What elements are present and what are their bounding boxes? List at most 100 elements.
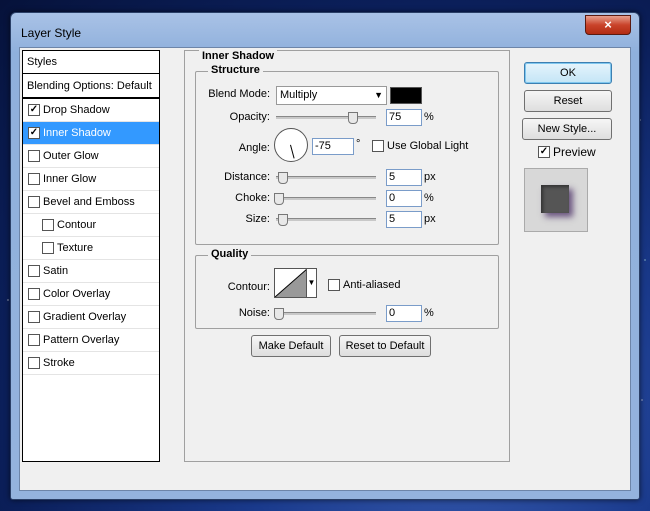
blend-color-swatch[interactable] — [390, 87, 422, 104]
contour-picker[interactable] — [274, 268, 308, 298]
style-item-checkbox[interactable] — [42, 242, 54, 254]
anti-aliased-checkbox[interactable] — [328, 279, 340, 291]
size-input[interactable]: 5 — [386, 211, 422, 228]
noise-slider-track[interactable] — [276, 312, 376, 315]
opacity-label: Opacity: — [229, 111, 270, 123]
style-item-label: Inner Glow — [43, 173, 97, 185]
style-item-outer-glow[interactable]: Outer Glow — [23, 145, 159, 168]
style-item-color-overlay[interactable]: Color Overlay — [23, 283, 159, 306]
structure-title: Structure — [208, 64, 263, 76]
angle-input[interactable]: -75 — [312, 138, 354, 155]
reset-button[interactable]: Reset — [524, 90, 612, 112]
noise-slider-thumb[interactable] — [274, 308, 284, 320]
angle-dial-hand — [290, 144, 295, 159]
opacity-slider-track[interactable] — [276, 116, 376, 119]
choke-unit: % — [424, 192, 434, 204]
style-item-label: Inner Shadow — [43, 127, 111, 139]
style-item-checkbox[interactable] — [28, 334, 40, 346]
close-button[interactable]: × — [585, 15, 631, 35]
angle-dial[interactable] — [274, 128, 308, 162]
style-item-label: Gradient Overlay — [43, 311, 127, 323]
blending-options-item[interactable]: Blending Options: Default — [23, 74, 159, 99]
size-slider-track[interactable] — [276, 218, 376, 221]
choke-slider-track[interactable] — [276, 197, 376, 200]
style-item-checkbox[interactable] — [28, 357, 40, 369]
style-item-label: Satin — [43, 265, 69, 277]
noise-label: Noise: — [238, 307, 270, 319]
style-item-label: Texture — [57, 242, 94, 254]
reset-to-default-button[interactable]: Reset to Default — [339, 335, 431, 357]
size-label: Size: — [245, 213, 270, 225]
structure-group: Structure Blend Mode: Multiply ▼ Opacity… — [195, 64, 499, 245]
contour-label: Contour: — [227, 281, 270, 293]
style-item-stroke[interactable]: Stroke — [23, 352, 159, 375]
styles-header[interactable]: Styles — [23, 51, 159, 74]
style-item-checkbox[interactable] — [28, 311, 40, 323]
opacity-unit: % — [424, 111, 434, 123]
preview-checkbox[interactable]: ✓ — [538, 146, 550, 158]
style-item-label: Drop Shadow — [43, 104, 110, 116]
chevron-down-icon: ▼ — [374, 90, 383, 100]
size-unit: px — [424, 213, 436, 225]
anti-aliased-label: Anti-aliased — [343, 279, 401, 291]
style-item-inner-shadow[interactable]: ✓ Inner Shadow — [23, 122, 159, 145]
style-item-texture[interactable]: Texture — [23, 237, 159, 260]
style-item-drop-shadow[interactable]: ✓ Drop Shadow — [23, 99, 159, 122]
style-item-checkbox[interactable] — [28, 265, 40, 277]
styles-list: Styles Blending Options: Default ✓ Drop S… — [22, 50, 160, 462]
style-item-contour[interactable]: Contour — [23, 214, 159, 237]
section-title: Inner Shadow — [199, 50, 278, 62]
opacity-slider-thumb[interactable] — [348, 112, 358, 124]
style-item-checkbox[interactable]: ✓ — [28, 127, 40, 139]
style-item-label: Color Overlay — [43, 288, 111, 300]
distance-label: Distance: — [224, 171, 270, 183]
make-default-button[interactable]: Make Default — [251, 335, 331, 357]
style-item-label: Bevel and Emboss — [43, 196, 135, 208]
distance-slider-thumb[interactable] — [278, 172, 288, 184]
choke-label: Choke: — [235, 192, 270, 204]
ok-button[interactable]: OK — [524, 62, 612, 84]
blend-mode-select[interactable]: Multiply ▼ — [276, 86, 387, 105]
effects-list: ✓ Drop Shadow ✓ Inner Shadow Outer Glow Inner… — [23, 99, 159, 375]
style-item-label: Outer Glow — [43, 150, 99, 162]
noise-input[interactable]: 0 — [386, 305, 422, 322]
style-item-label: Contour — [57, 219, 97, 231]
window-title: Layer Style — [21, 26, 82, 40]
style-item-pattern-overlay[interactable]: Pattern Overlay — [23, 329, 159, 352]
style-item-bevel-and-emboss[interactable]: Bevel and Emboss — [23, 191, 159, 214]
style-item-checkbox[interactable]: ✓ — [28, 104, 40, 116]
opacity-input[interactable]: 75 — [386, 109, 422, 126]
angle-unit: ° — [356, 138, 361, 150]
style-item-checkbox[interactable] — [28, 150, 40, 162]
style-item-inner-glow[interactable]: Inner Glow — [23, 168, 159, 191]
preview-swatch — [541, 185, 569, 213]
style-item-checkbox[interactable] — [28, 173, 40, 185]
style-item-checkbox[interactable] — [42, 219, 54, 231]
contour-curve-icon — [275, 269, 307, 297]
distance-input[interactable]: 5 — [386, 169, 422, 186]
style-item-label: Stroke — [43, 357, 75, 369]
size-slider-thumb[interactable] — [278, 214, 288, 226]
contour-dropdown[interactable]: ▼ — [306, 268, 317, 298]
noise-unit: % — [424, 307, 434, 319]
style-item-label: Pattern Overlay — [43, 334, 120, 346]
distance-slider-track[interactable] — [276, 176, 376, 179]
angle-label: Angle: — [238, 142, 270, 154]
chevron-down-icon: ▼ — [307, 278, 316, 287]
blend-mode-value: Multiply — [280, 89, 318, 101]
quality-group: Quality Contour: ▼ Anti-aliased Noise: 0… — [195, 248, 499, 329]
new-style-button[interactable]: New Style... — [522, 118, 612, 140]
style-item-satin[interactable]: Satin — [23, 260, 159, 283]
use-global-light-label: Use Global Light — [387, 140, 469, 152]
choke-slider-thumb[interactable] — [274, 193, 284, 205]
style-item-checkbox[interactable] — [28, 196, 40, 208]
distance-unit: px — [424, 171, 436, 183]
choke-input[interactable]: 0 — [386, 190, 422, 207]
preview-label: Preview — [553, 145, 596, 159]
style-item-checkbox[interactable] — [28, 288, 40, 300]
use-global-light-checkbox[interactable] — [372, 140, 384, 152]
quality-title: Quality — [208, 248, 252, 260]
title-bar[interactable]: Layer Style × — [11, 13, 639, 47]
inner-shadow-panel: Inner Shadow Structure Blend Mode: Multi… — [184, 50, 510, 462]
style-item-gradient-overlay[interactable]: Gradient Overlay — [23, 306, 159, 329]
